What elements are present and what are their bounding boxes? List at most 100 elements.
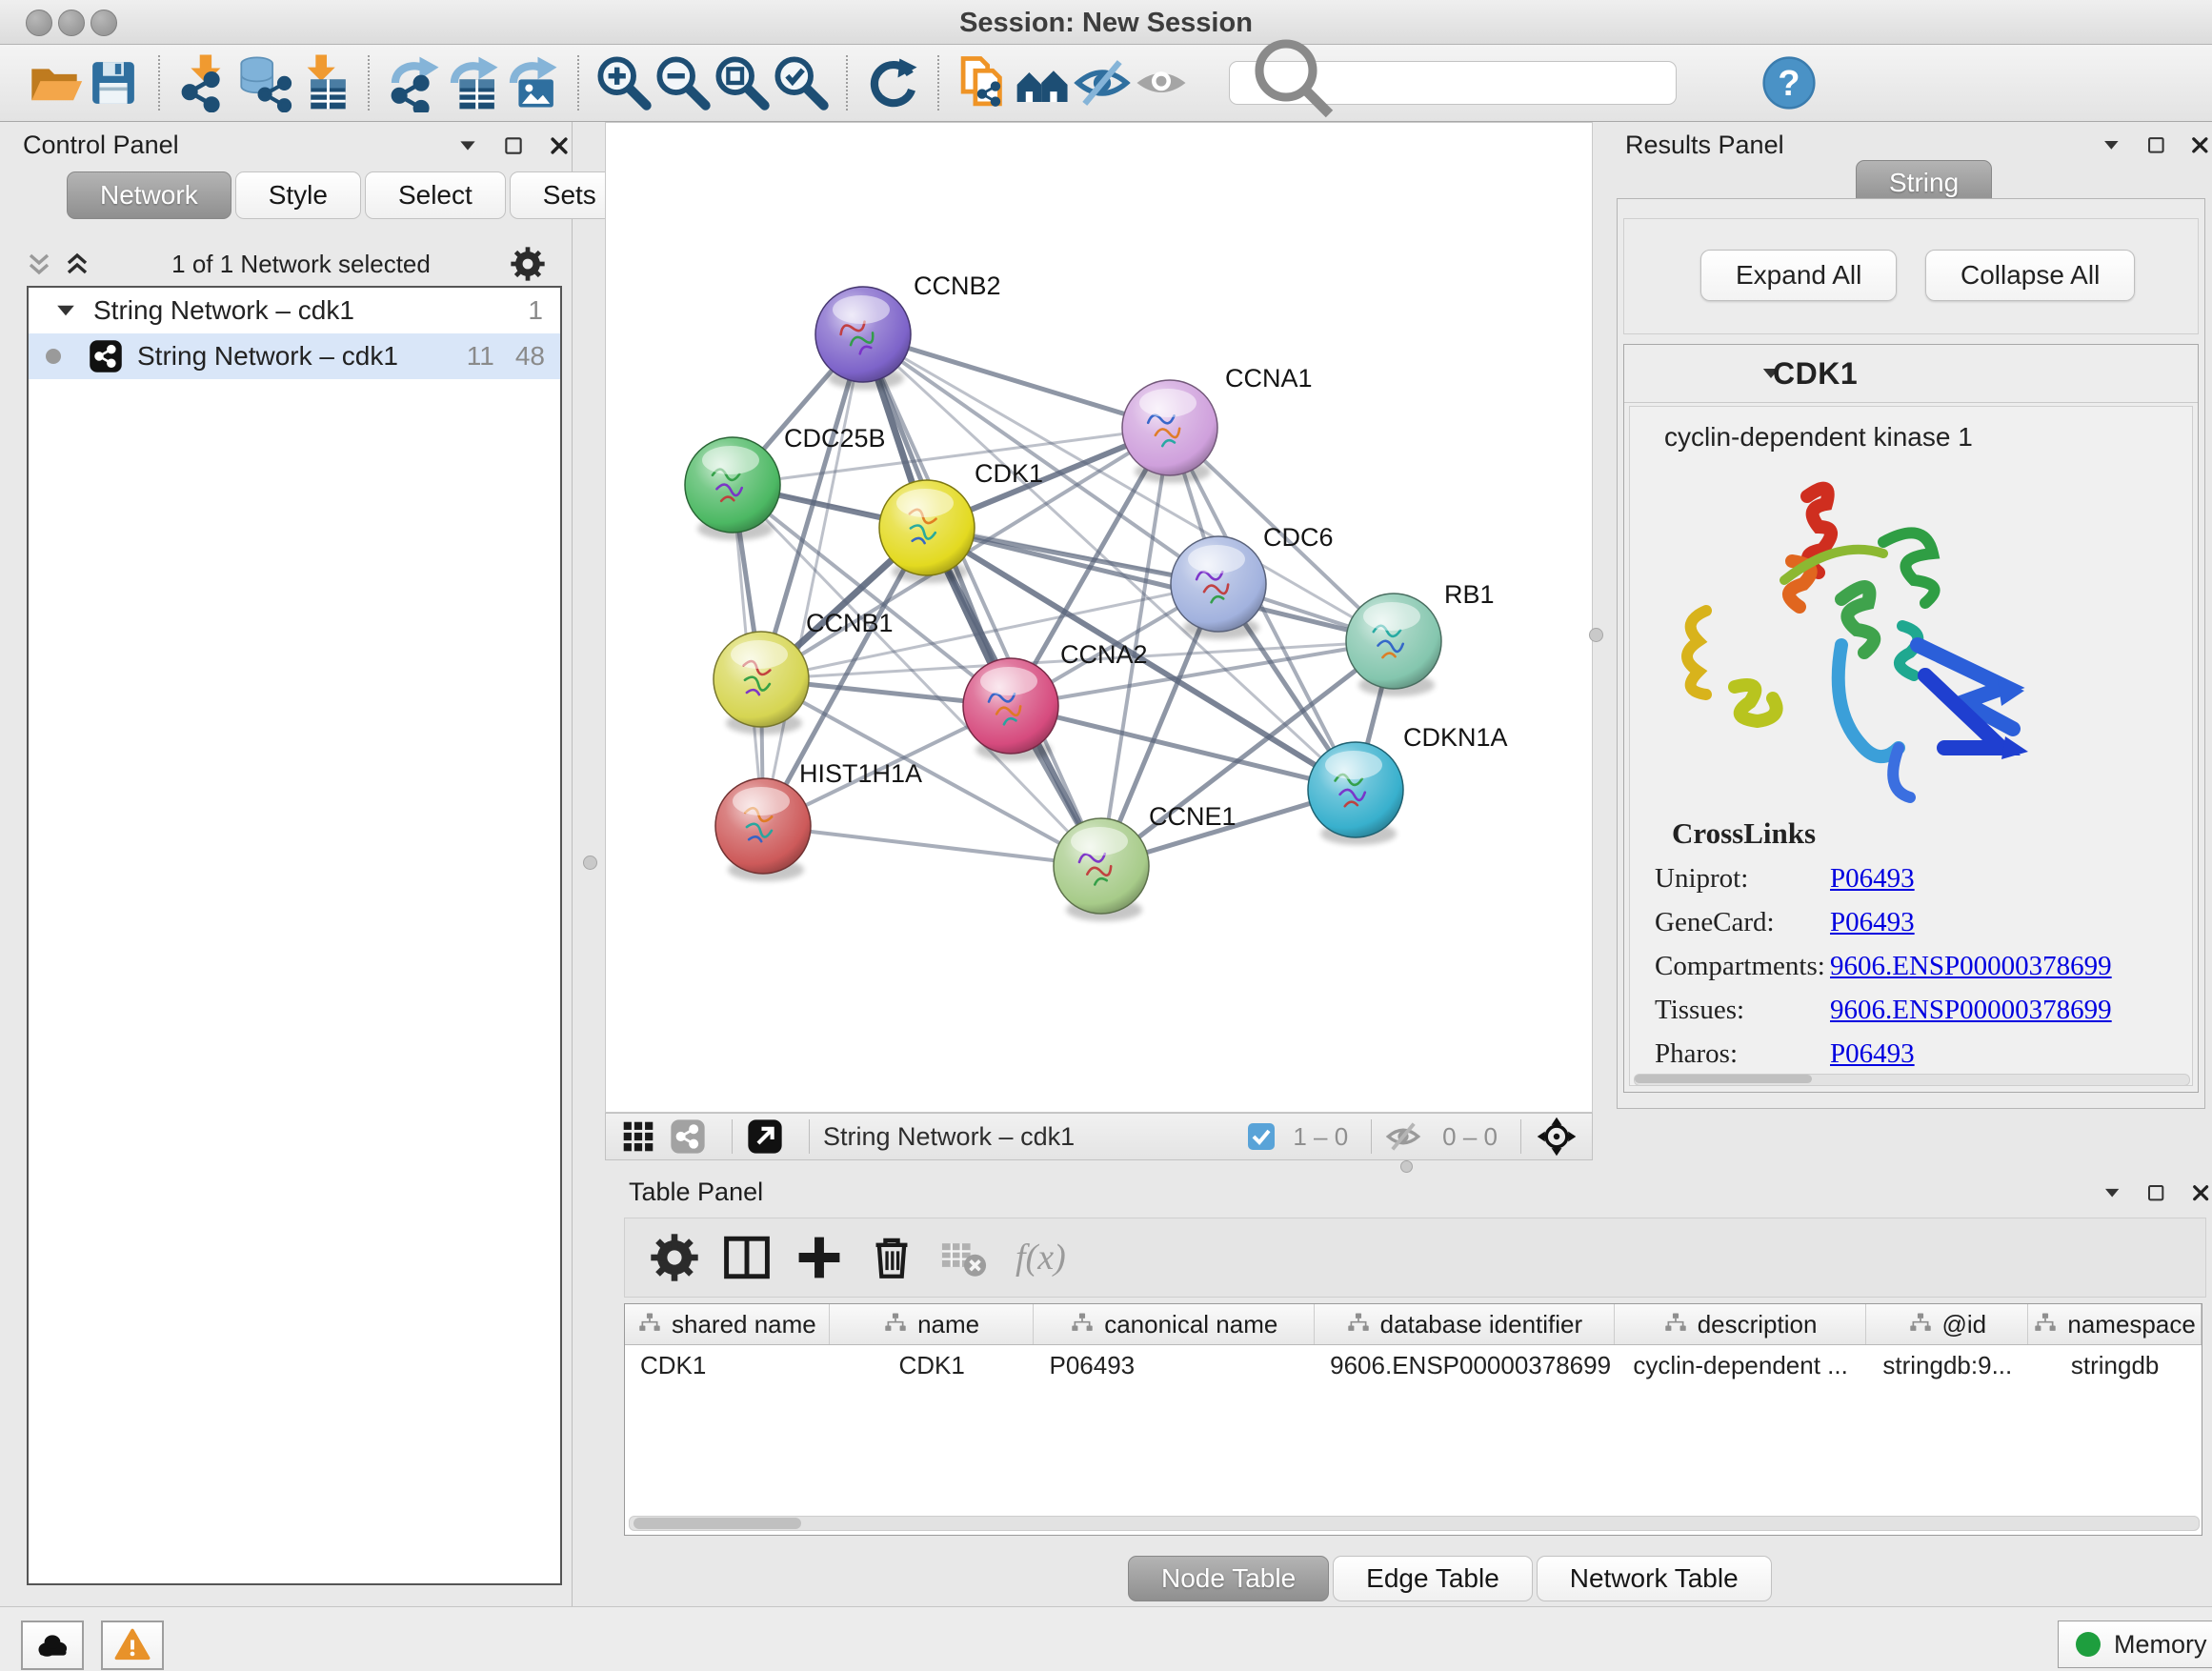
grid-view-icon[interactable] <box>619 1117 657 1156</box>
panel-menu-icon[interactable] <box>455 133 480 163</box>
crosslink-link[interactable]: P06493 <box>1830 907 1915 938</box>
network-node-CDKN1A[interactable] <box>1308 742 1403 845</box>
import-table-file-button[interactable] <box>293 53 352 112</box>
table-row[interactable]: CDK1CDK1P064939606.ENSP00000378699cyclin… <box>625 1345 2202 1385</box>
column-header-description[interactable]: description <box>1615 1304 1867 1344</box>
table-panel-controls <box>2101 1181 2212 1209</box>
export-network-button[interactable] <box>385 53 444 112</box>
network-node-RB1[interactable] <box>1346 594 1441 696</box>
left-splitter-handle[interactable] <box>583 856 597 870</box>
first-neighbors-button[interactable] <box>1014 53 1073 112</box>
edge-count: 48 <box>515 341 545 372</box>
zoom-fit-button[interactable] <box>713 53 772 112</box>
crosslink-link[interactable]: 9606.ENSP00000378699 <box>1830 995 2112 1026</box>
column-header-namespace[interactable]: namespace <box>2028 1304 2202 1344</box>
warnings-button[interactable] <box>101 1621 164 1670</box>
float-panel-icon[interactable] <box>2144 133 2168 162</box>
zoom-in-button[interactable] <box>594 53 654 112</box>
right-splitter-handle[interactable] <box>1589 628 1603 642</box>
open-session-button[interactable] <box>25 53 84 112</box>
network-canvas[interactable]: CCNB2 CCNA1 CDC25B CDK1 <box>605 122 1593 1113</box>
network-edge[interactable] <box>763 826 1101 866</box>
panel-menu-icon[interactable] <box>2100 133 2123 162</box>
network-node-CDC6[interactable] <box>1171 536 1266 639</box>
column-header-database-identifier[interactable]: database identifier <box>1315 1304 1615 1344</box>
crosslink-row: GeneCard: P06493 <box>1630 900 2192 944</box>
network-share-icon[interactable] <box>669 1117 707 1156</box>
network-node-CDK1[interactable] <box>879 480 975 583</box>
float-panel-icon[interactable] <box>501 133 526 163</box>
delete-column-icon[interactable] <box>865 1231 918 1284</box>
network-node-CCNA1[interactable] <box>1122 380 1217 483</box>
network-node-CCNA2[interactable] <box>963 658 1058 761</box>
network-selection-bar: 1 of 1 Network selected <box>23 244 549 284</box>
detach-view-icon[interactable] <box>746 1117 784 1156</box>
birdseye-view-icon[interactable] <box>1535 1115 1579 1158</box>
selected-checkbox-icon[interactable] <box>1245 1120 1277 1153</box>
save-session-button[interactable] <box>84 53 143 112</box>
hide-selected-button[interactable] <box>1073 53 1132 112</box>
hierarchy-icon <box>2033 1312 2058 1337</box>
column-header-name[interactable]: name <box>830 1304 1035 1344</box>
network-tree-row[interactable]: String Network – cdk1 11 48 <box>29 333 560 379</box>
column-header-canonical-name[interactable]: canonical name <box>1034 1304 1315 1344</box>
collapse-icon[interactable] <box>51 296 80 325</box>
search-input[interactable] <box>1353 63 1676 103</box>
network-graph[interactable]: CCNB2 CCNA1 CDC25B CDK1 <box>606 123 1592 1112</box>
export-image-button[interactable] <box>503 53 562 112</box>
network-tree-row[interactable]: String Network – cdk1 1 <box>29 288 560 333</box>
tab-network[interactable]: Network <box>67 171 231 219</box>
float-panel-icon[interactable] <box>2144 1181 2167 1209</box>
results-horizontal-scrollbar[interactable] <box>1634 1074 2190 1086</box>
refresh-network-button[interactable] <box>863 53 922 112</box>
open-documents-button[interactable] <box>955 53 1014 112</box>
network-edge[interactable] <box>763 334 863 826</box>
zoom-out-button[interactable] <box>654 53 713 112</box>
import-network-file-button[interactable] <box>175 53 234 112</box>
gene-section-header[interactable]: CDK1 <box>1624 345 2198 403</box>
table-settings-gear-icon[interactable] <box>648 1231 701 1284</box>
column-header--id[interactable]: @id <box>1866 1304 2028 1344</box>
table-horizontal-scrollbar[interactable] <box>629 1516 2200 1531</box>
add-column-icon[interactable] <box>793 1231 846 1284</box>
memory-button[interactable]: Memory <box>2058 1621 2212 1668</box>
control-panel-tabs: NetworkStyleSelectSets <box>67 171 633 219</box>
memory-label: Memory <box>2114 1630 2207 1660</box>
tab-style[interactable]: Style <box>235 171 361 219</box>
tab-edge-table[interactable]: Edge Table <box>1333 1556 1533 1601</box>
table-panel-title: Table Panel <box>629 1178 763 1207</box>
network-node-CCNB1[interactable] <box>714 632 809 735</box>
collapse-all-button[interactable]: Collapse All <box>1925 250 2135 301</box>
zoom-selected-button[interactable] <box>772 53 831 112</box>
collapse-section-icon[interactable] <box>1691 360 1718 387</box>
import-network-database-button[interactable] <box>234 53 293 112</box>
crosslink-link[interactable]: P06493 <box>1830 1038 1915 1070</box>
close-panel-icon[interactable] <box>547 133 572 163</box>
memory-status-dot <box>2076 1632 2101 1657</box>
export-table-button[interactable] <box>444 53 503 112</box>
network-node-CDC25B[interactable] <box>685 437 780 540</box>
search-box[interactable] <box>1229 61 1677 105</box>
crosslink-link[interactable]: 9606.ENSP00000378699 <box>1830 951 2112 982</box>
tab-node-table[interactable]: Node Table <box>1128 1556 1329 1601</box>
tab-network-table[interactable]: Network Table <box>1537 1556 1772 1601</box>
node-label-CDKN1A: CDKN1A <box>1403 723 1508 752</box>
show-columns-icon[interactable] <box>720 1231 774 1284</box>
close-panel-icon[interactable] <box>2189 1181 2212 1209</box>
crosslink-link[interactable]: P06493 <box>1830 863 1915 895</box>
cloud-status-button[interactable] <box>21 1621 84 1670</box>
show-hidden-button[interactable] <box>1132 53 1191 112</box>
column-header-shared-name[interactable]: shared name <box>625 1304 830 1344</box>
expand-all-button[interactable]: Expand All <box>1700 250 1897 301</box>
tab-select[interactable]: Select <box>365 171 506 219</box>
table-header-row: shared namenamecanonical namedatabase id… <box>625 1304 2202 1345</box>
bottom-splitter-handle[interactable] <box>1400 1160 1413 1173</box>
network-node-HIST1H1A[interactable] <box>715 778 811 881</box>
expand-all-icon[interactable] <box>61 248 93 280</box>
close-panel-icon[interactable] <box>2188 133 2212 162</box>
network-node-CCNE1[interactable] <box>1054 818 1149 921</box>
panel-menu-icon[interactable] <box>2101 1181 2123 1209</box>
network-options-gear-icon[interactable] <box>509 245 547 283</box>
help-button[interactable]: ? <box>1762 56 1816 110</box>
collapse-all-icon[interactable] <box>23 248 55 280</box>
